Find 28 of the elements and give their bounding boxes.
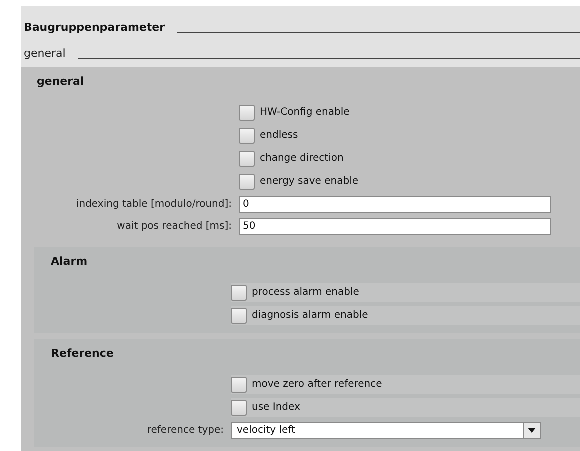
group-title: Alarm — [51, 254, 88, 270]
group-title: general — [37, 74, 84, 90]
caret-icon — [523, 422, 540, 438]
checkbox[interactable] — [231, 376, 247, 392]
input-field[interactable]: 50 — [239, 218, 551, 234]
group-title: Reference — [51, 346, 114, 362]
checkbox-label: energy save enable — [260, 175, 359, 189]
checkbox-label: move zero after reference — [252, 378, 382, 392]
field-label: reference type: — [146, 424, 225, 438]
panel-title: Baugruppenparameter — [24, 20, 166, 36]
checkbox-label: process alarm enable — [252, 286, 360, 300]
checkbox[interactable] — [239, 174, 255, 190]
checkbox-label: endless — [260, 129, 298, 143]
checkbox-label: change direction — [260, 152, 344, 166]
checkbox[interactable] — [239, 150, 255, 166]
checkbox[interactable] — [231, 284, 247, 300]
checkbox-label: diagnosis alarm enable — [252, 309, 368, 323]
checkbox[interactable] — [231, 400, 247, 416]
checkbox[interactable] — [239, 104, 255, 120]
input-field[interactable]: 0 — [239, 196, 551, 212]
dropdown[interactable]: velocity left — [231, 422, 541, 438]
field-label: wait pos reached [ms]: — [116, 220, 233, 234]
checkbox-label: use Index — [252, 401, 300, 415]
checkbox[interactable] — [239, 128, 255, 144]
checkbox-label: HW-Config enable — [260, 106, 350, 120]
field-label: indexing table [modulo/round]: — [75, 198, 233, 212]
section-heading: general — [24, 46, 66, 62]
checkbox[interactable] — [231, 308, 247, 324]
